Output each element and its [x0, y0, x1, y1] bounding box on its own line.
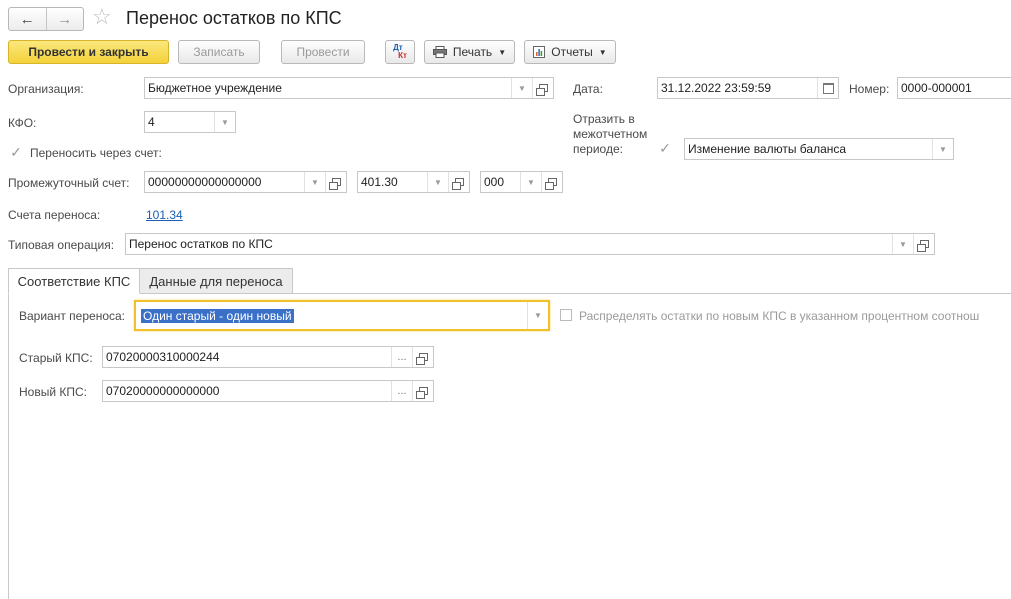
dropdown-arrow-icon[interactable]: ▼ [427, 172, 448, 192]
chevron-down-icon: ▼ [498, 47, 507, 57]
star-icon[interactable]: ☆ [92, 5, 112, 29]
arrow-right-icon: → [57, 10, 73, 28]
transfer-via-account-checkbox[interactable]: ✓ [10, 145, 22, 159]
reflect-period-field[interactable]: Изменение валюты баланса ▼ [684, 138, 954, 160]
new-kps-field[interactable]: 07020000000000000 ... [102, 380, 434, 402]
dropdown-arrow-icon[interactable]: ▼ [511, 78, 532, 98]
dropdown-arrow-icon[interactable]: ▼ [892, 234, 913, 254]
report-chart-icon [533, 46, 546, 58]
distribute-checkbox[interactable] [560, 309, 572, 321]
dropdown-arrow-icon[interactable]: ▼ [214, 112, 235, 132]
date-field[interactable]: 31.12.2022 23:59:59 [657, 77, 839, 99]
dt-kt-icon: Дт Кт [393, 43, 407, 60]
kfo-field[interactable]: 4 ▼ [144, 111, 236, 133]
new-kps-label: Новый КПС: [19, 385, 87, 399]
open-icon[interactable] [448, 172, 469, 192]
open-icon[interactable] [412, 347, 433, 367]
reports-button[interactable]: Отчеты ▼ [524, 40, 616, 64]
number-label: Номер: [849, 82, 890, 96]
tab-kps-mapping[interactable]: Соответствие КПС [8, 268, 140, 294]
dt-kt-button[interactable]: Дт Кт [385, 40, 415, 64]
tab-panel [8, 293, 1011, 599]
old-kps-label: Старый КПС: [19, 351, 93, 365]
open-icon[interactable] [541, 172, 562, 192]
tab-transfer-data[interactable]: Данные для переноса [139, 268, 293, 294]
transfer-accounts-label: Счета переноса: [8, 208, 101, 222]
open-icon[interactable] [412, 381, 433, 401]
arrow-left-icon: ← [19, 10, 35, 28]
open-icon[interactable] [913, 234, 934, 254]
dropdown-arrow-icon[interactable]: ▼ [932, 139, 953, 159]
dropdown-arrow-icon[interactable]: ▼ [520, 172, 541, 192]
reflect-period-label: Отразить в межотчетном периоде: [573, 112, 648, 156]
navigation-buttons: ← → [8, 7, 84, 31]
select-dots-icon[interactable]: ... [391, 347, 412, 367]
open-icon[interactable] [325, 172, 346, 192]
select-dots-icon[interactable]: ... [391, 381, 412, 401]
reflect-period-checkbox[interactable]: ✓ [659, 141, 671, 155]
chevron-down-icon: ▼ [598, 47, 607, 57]
post-button[interactable]: Провести [281, 40, 365, 64]
save-button[interactable]: Записать [178, 40, 260, 64]
calendar-icon[interactable] [817, 78, 838, 98]
number-field[interactable]: 0000-000001 [897, 77, 1011, 99]
transfer-accounts-link[interactable]: 101.34 [146, 208, 183, 222]
old-kps-field[interactable]: 07020000310000244 ... [102, 346, 434, 368]
page-title: Перенос остатков по КПС [126, 8, 342, 28]
intermediate-kosgu-field[interactable]: 000 ▼ [480, 171, 563, 193]
intermediate-kps-field[interactable]: 00000000000000000 ▼ [144, 171, 347, 193]
organization-label: Организация: [8, 82, 84, 96]
open-icon[interactable] [532, 78, 553, 98]
dropdown-arrow-icon[interactable]: ▼ [527, 302, 548, 329]
back-button[interactable]: ← [9, 8, 46, 30]
transfer-via-account-label: Переносить через счет: [30, 146, 162, 160]
post-and-close-button[interactable]: Провести и закрыть [8, 40, 169, 64]
intermediate-account-label: Промежуточный счет: [8, 176, 130, 190]
typical-operation-label: Типовая операция: [8, 238, 115, 252]
organization-field[interactable]: Бюджетное учреждение ▼ [144, 77, 554, 99]
typical-operation-field[interactable]: Перенос остатков по КПС ▼ [125, 233, 935, 255]
forward-button[interactable]: → [45, 8, 84, 30]
printer-icon [432, 46, 447, 58]
variant-label: Вариант переноса: [19, 309, 126, 323]
variant-field[interactable]: Один старый - один новый ▼ [134, 300, 550, 331]
date-label: Дата: [573, 82, 603, 96]
intermediate-account-field[interactable]: 401.30 ▼ [357, 171, 470, 193]
distribute-label: Распределять остатки по новым КПС в указ… [579, 309, 980, 323]
kfo-label: КФО: [8, 116, 37, 130]
dropdown-arrow-icon[interactable]: ▼ [304, 172, 325, 192]
print-button[interactable]: Печать ▼ [424, 40, 515, 64]
